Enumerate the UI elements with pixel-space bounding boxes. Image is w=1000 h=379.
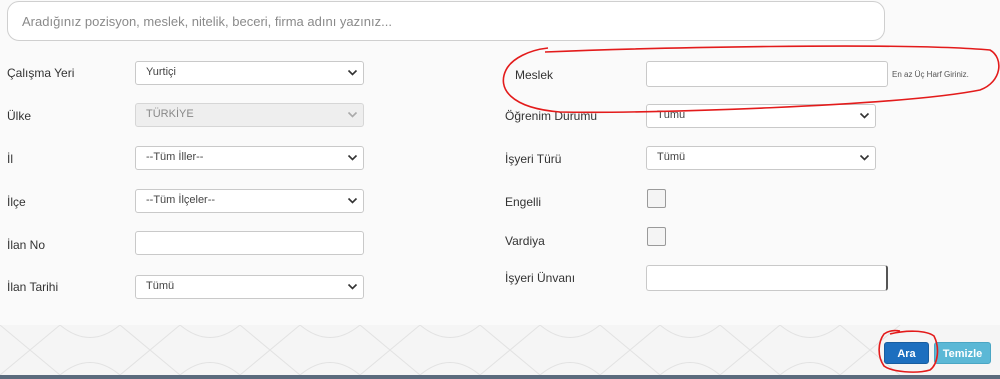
isyeri-turu-label: İşyeri Türü [505, 152, 562, 166]
ulke-value: TÜRKİYE [146, 108, 194, 120]
vardiya-checkbox[interactable] [647, 227, 666, 246]
chevron-down-icon [347, 67, 358, 78]
chevron-down-icon [347, 281, 358, 292]
ilan-tarihi-select[interactable]: Tümü [135, 275, 364, 299]
il-value: --Tüm İller-- [146, 151, 204, 163]
isyeri-turu-value: Tümü [657, 151, 686, 163]
chevron-down-icon [859, 110, 870, 121]
footer-pattern [0, 325, 901, 375]
form-footer [0, 325, 1000, 375]
calisma-yeri-select[interactable]: Yurtiçi [135, 61, 364, 85]
chevron-down-icon [859, 152, 870, 163]
isyeri-unvani-label: İşyeri Ünvanı [505, 271, 576, 285]
isyeri-turu-select[interactable]: Tümü [646, 146, 876, 170]
ulke-select: TÜRKİYE [135, 103, 364, 127]
chevron-down-icon [347, 195, 358, 206]
ilan-no-label: İlan No [7, 238, 46, 252]
ilan-no-input[interactable] [135, 231, 364, 255]
ogrenim-durumu-label: Öğrenim Durumu [505, 109, 598, 123]
calisma-yeri-label: Çalışma Yeri [7, 66, 75, 80]
ulke-label: Ülke [7, 109, 32, 123]
ogrenim-durumu-value: Tümü [657, 109, 686, 121]
vardiya-label: Vardiya [505, 234, 545, 248]
calisma-yeri-value: Yurtiçi [146, 66, 176, 78]
ilan-tarihi-label: İlan Tarihi [7, 280, 59, 294]
ilce-value: --Tüm İlçeler-- [146, 194, 216, 206]
bottom-bar [0, 375, 1000, 379]
clear-button[interactable]: Temizle [934, 342, 991, 364]
engelli-label: Engelli [505, 195, 542, 209]
chevron-down-icon [347, 152, 358, 163]
ilce-label: İlçe [7, 195, 26, 209]
meslek-label: Meslek [515, 68, 554, 82]
il-label: İl [7, 152, 13, 166]
ilce-select[interactable]: --Tüm İlçeler-- [135, 189, 364, 213]
search-button[interactable]: Ara [884, 342, 929, 364]
ogrenim-durumu-select[interactable]: Tümü [646, 104, 876, 128]
isyeri-unvani-input[interactable] [646, 265, 888, 291]
il-select[interactable]: --Tüm İller-- [135, 146, 364, 170]
meslek-input[interactable] [646, 61, 888, 87]
chevron-down-icon [347, 109, 358, 120]
engelli-checkbox[interactable] [647, 189, 666, 208]
meslek-hint: En az Üç Harf Giriniz. [892, 70, 969, 79]
ilan-tarihi-value: Tümü [146, 280, 175, 292]
search-input[interactable]: Aradığınız pozisyon, meslek, nitelik, be… [7, 1, 885, 41]
